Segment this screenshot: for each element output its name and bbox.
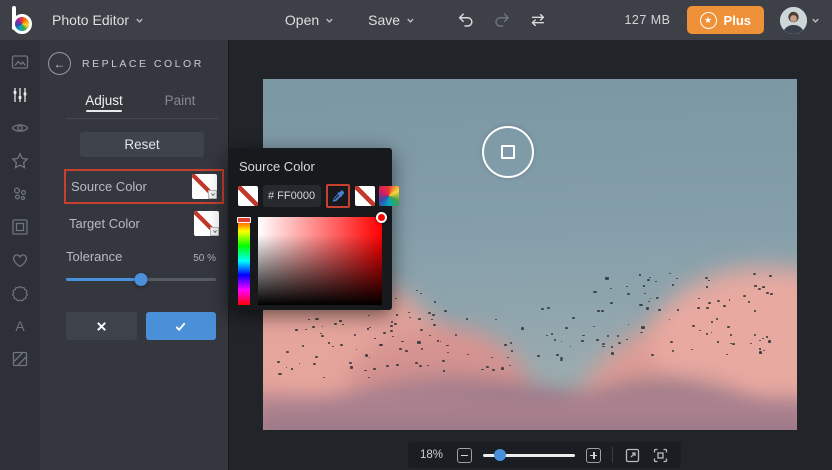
storage-indicator: 127 MB: [624, 13, 671, 27]
eyedropper-cursor-square: [501, 145, 515, 159]
save-menu[interactable]: Save: [368, 12, 415, 28]
popup-controls-row: [238, 184, 399, 208]
transparent-swatch[interactable]: [355, 186, 375, 206]
hue-handle[interactable]: [237, 217, 251, 223]
color-picker-popup: Source Color: [228, 148, 399, 310]
top-bar: Photo Editor Open Save 127 MB ★ Plus: [0, 0, 832, 40]
panel-header: ← REPLACE COLOR: [40, 40, 228, 85]
zoom-out-button[interactable]: [457, 447, 472, 463]
history-controls: [457, 11, 547, 29]
source-color-swatch[interactable]: [192, 174, 217, 199]
chevron-down-icon: [812, 18, 819, 23]
zoom-slider-thumb[interactable]: [493, 449, 506, 461]
top-bar-right: 127 MB ★ Plus: [624, 0, 820, 40]
zoom-level: 18%: [420, 449, 444, 461]
cancel-button[interactable]: [66, 312, 137, 340]
pattern-icon[interactable]: [10, 349, 30, 369]
panel-tabs: Adjust Paint: [66, 85, 218, 119]
slider-thumb[interactable]: [134, 273, 148, 286]
redo-icon[interactable]: [493, 11, 511, 29]
open-menu[interactable]: Open: [285, 12, 334, 28]
top-bar-center: Open Save: [285, 0, 547, 40]
text-icon[interactable]: A: [10, 316, 30, 336]
source-color-label: Source Color: [71, 179, 147, 194]
hex-color-input[interactable]: [263, 185, 321, 207]
saturation-value-gradient[interactable]: [258, 212, 387, 305]
chevron-down-icon: [407, 18, 414, 23]
zoom-slider[interactable]: [483, 448, 575, 462]
apply-button[interactable]: [145, 312, 216, 340]
logo-color-wheel: [12, 14, 32, 34]
image-icon[interactable]: [10, 52, 30, 72]
account-menu[interactable]: [780, 6, 820, 34]
back-button[interactable]: ←: [48, 52, 71, 75]
tolerance-label: Tolerance: [66, 249, 123, 264]
gradient-selector[interactable]: [376, 212, 387, 223]
slider-fill: [66, 278, 141, 281]
bubbles-icon[interactable]: [10, 184, 30, 204]
star-icon[interactable]: [10, 151, 30, 171]
target-color-row[interactable]: Target Color: [64, 208, 224, 239]
panel-title: REPLACE COLOR: [82, 57, 204, 70]
swatch-dropdown-icon: [208, 190, 217, 199]
replace-color-panel: ← REPLACE COLOR Adjust Paint Reset Sourc…: [40, 40, 228, 470]
chevron-down-icon: [136, 18, 143, 23]
svg-text:A: A: [15, 318, 25, 334]
plus-upgrade-button[interactable]: ★ Plus: [686, 6, 764, 34]
save-label: Save: [368, 12, 401, 28]
eyedropper-cursor[interactable]: [482, 126, 534, 178]
star-icon: ★: [699, 11, 717, 29]
confirm-row: [66, 312, 216, 340]
popup-swatch-options: [355, 186, 399, 206]
no-color-icon: [355, 186, 375, 206]
target-color-swatch[interactable]: [194, 211, 219, 236]
eyedropper-button[interactable]: [326, 184, 350, 208]
target-color-label: Target Color: [69, 216, 140, 231]
app-title: Photo Editor: [52, 12, 130, 28]
picker-area: [237, 212, 387, 305]
tolerance-slider[interactable]: [66, 272, 216, 286]
undo-icon[interactable]: [457, 11, 475, 29]
app-logo[interactable]: [10, 6, 36, 34]
tolerance-value: 50 %: [193, 253, 216, 264]
hue-strip[interactable]: [237, 217, 251, 305]
source-color-row[interactable]: Source Color: [64, 169, 224, 204]
heart-icon[interactable]: [10, 250, 30, 270]
current-color-swatch[interactable]: [238, 186, 258, 206]
badge-icon[interactable]: [10, 283, 30, 303]
divider: [612, 447, 613, 463]
tool-sidebar: A: [0, 40, 40, 470]
check-icon: [175, 322, 186, 331]
eyedropper-icon: [332, 190, 345, 202]
repeat-icon[interactable]: [529, 11, 547, 29]
frame-icon[interactable]: [10, 217, 30, 237]
fit-screen-icon[interactable]: [652, 447, 669, 464]
app-title-menu[interactable]: Photo Editor: [52, 12, 144, 28]
adjustments-icon[interactable]: [10, 85, 30, 105]
open-label: Open: [284, 12, 320, 28]
open-external-icon[interactable]: [624, 447, 641, 464]
tolerance-row: Tolerance 50 %: [66, 249, 218, 264]
chevron-down-icon: [326, 18, 333, 23]
tab-adjust[interactable]: Adjust: [66, 85, 142, 118]
popup-title: Source Color: [239, 159, 315, 174]
no-color-icon: [238, 186, 258, 206]
tab-paint[interactable]: Paint: [142, 85, 218, 118]
zoom-in-button[interactable]: [586, 447, 601, 463]
spectrum-swatch[interactable]: [379, 186, 399, 206]
reset-button[interactable]: Reset: [80, 132, 204, 157]
avatar: [780, 6, 807, 34]
swatch-dropdown-icon: [210, 227, 219, 236]
plus-label: Plus: [723, 12, 751, 28]
eye-icon[interactable]: [10, 118, 30, 138]
close-icon: [96, 321, 106, 331]
zoom-bar: 18%: [408, 442, 681, 468]
